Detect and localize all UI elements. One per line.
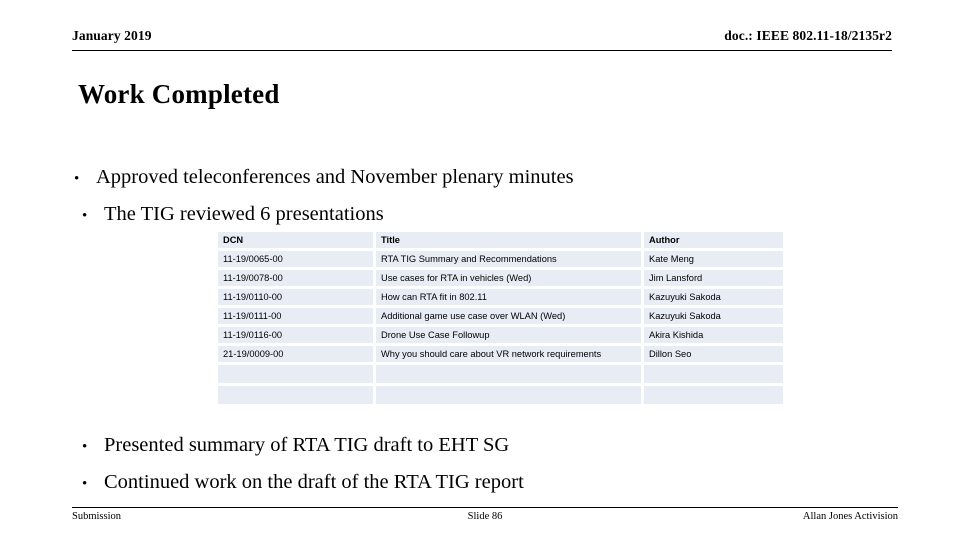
bullet-list-top: • Approved teleconferences and November … <box>70 160 574 234</box>
cell-dcn: 21-19/0009-00 <box>218 346 373 362</box>
cell-dcn: 11-19/0111-00 <box>218 308 373 324</box>
cell-author: Dillon Seo <box>644 346 783 362</box>
column-header-author: Author <box>644 232 783 248</box>
list-item-label: Continued work on the draft of the RTA T… <box>104 471 524 493</box>
list-item: • Presented summary of RTA TIG draft to … <box>70 428 524 465</box>
cell-dcn: 11-19/0110-00 <box>218 289 373 305</box>
cell-author: Kazuyuki Sakoda <box>644 308 783 324</box>
list-item-label: The TIG reviewed 6 presentations <box>104 203 384 225</box>
cell-dcn: 11-19/0065-00 <box>218 251 373 267</box>
table-row: 11-19/0116-00 Drone Use Case Followup Ak… <box>218 327 783 343</box>
cell-title: Why you should care about VR network req… <box>376 346 641 362</box>
cell-title: Additional game use case over WLAN (Wed) <box>376 308 641 324</box>
cell-title <box>376 365 641 383</box>
table-row: 11-19/0111-00 Additional game use case o… <box>218 308 783 324</box>
table-row: 11-19/0110-00 How can RTA fit in 802.11 … <box>218 289 783 305</box>
header-date: January 2019 <box>72 28 152 43</box>
slide-footer: Submission Slide 86 Allan Jones Activisi… <box>72 507 898 528</box>
list-item-label: Approved teleconferences and November pl… <box>96 166 574 188</box>
cell-author <box>644 365 783 383</box>
table-row: 11-19/0078-00 Use cases for RTA in vehic… <box>218 270 783 286</box>
slide-canvas: January 2019 doc.: IEEE 802.11-18/2135r2… <box>0 0 960 540</box>
cell-title: Use cases for RTA in vehicles (Wed) <box>376 270 641 286</box>
cell-dcn <box>218 365 373 383</box>
cell-title: How can RTA fit in 802.11 <box>376 289 641 305</box>
cell-author: Akira Kishida <box>644 327 783 343</box>
table-row <box>218 386 783 404</box>
table-row: 11-19/0065-00 RTA TIG Summary and Recomm… <box>218 251 783 267</box>
cell-title: RTA TIG Summary and Recommendations <box>376 251 641 267</box>
cell-dcn <box>218 386 373 404</box>
list-item-label: Presented summary of RTA TIG draft to EH… <box>104 434 510 456</box>
cell-author <box>644 386 783 404</box>
presentations-table: DCN Title Author 11-19/0065-00 RTA TIG S… <box>215 229 786 407</box>
list-item: • Continued work on the draft of the RTA… <box>70 465 524 502</box>
cell-author: Kazuyuki Sakoda <box>644 289 783 305</box>
bullet-list-bottom: • Presented summary of RTA TIG draft to … <box>70 428 524 502</box>
footer-author-affiliation: Allan Jones Activision <box>802 511 898 522</box>
footer-slide-number: Slide 86 <box>467 511 503 522</box>
bullet-marker-icon: • <box>82 439 88 455</box>
table-header-row: DCN Title Author <box>218 232 783 248</box>
cell-author: Jim Lansford <box>644 270 783 286</box>
bullet-marker-icon: • <box>74 171 80 187</box>
slide-header: January 2019 doc.: IEEE 802.11-18/2135r2 <box>72 28 892 51</box>
cell-dcn: 11-19/0078-00 <box>218 270 373 286</box>
bullet-marker-icon: • <box>82 476 88 492</box>
cell-author: Kate Meng <box>644 251 783 267</box>
table-row <box>218 365 783 383</box>
cell-title <box>376 386 641 404</box>
column-header-dcn: DCN <box>218 232 373 248</box>
column-header-title: Title <box>376 232 641 248</box>
cell-dcn: 11-19/0116-00 <box>218 327 373 343</box>
header-document-number: doc.: IEEE 802.11-18/2135r2 <box>724 28 892 43</box>
table-row: 21-19/0009-00 Why you should care about … <box>218 346 783 362</box>
page-title: Work Completed <box>78 79 280 109</box>
list-item: • Approved teleconferences and November … <box>70 160 574 197</box>
bullet-marker-icon: • <box>82 208 88 224</box>
cell-title: Drone Use Case Followup <box>376 327 641 343</box>
